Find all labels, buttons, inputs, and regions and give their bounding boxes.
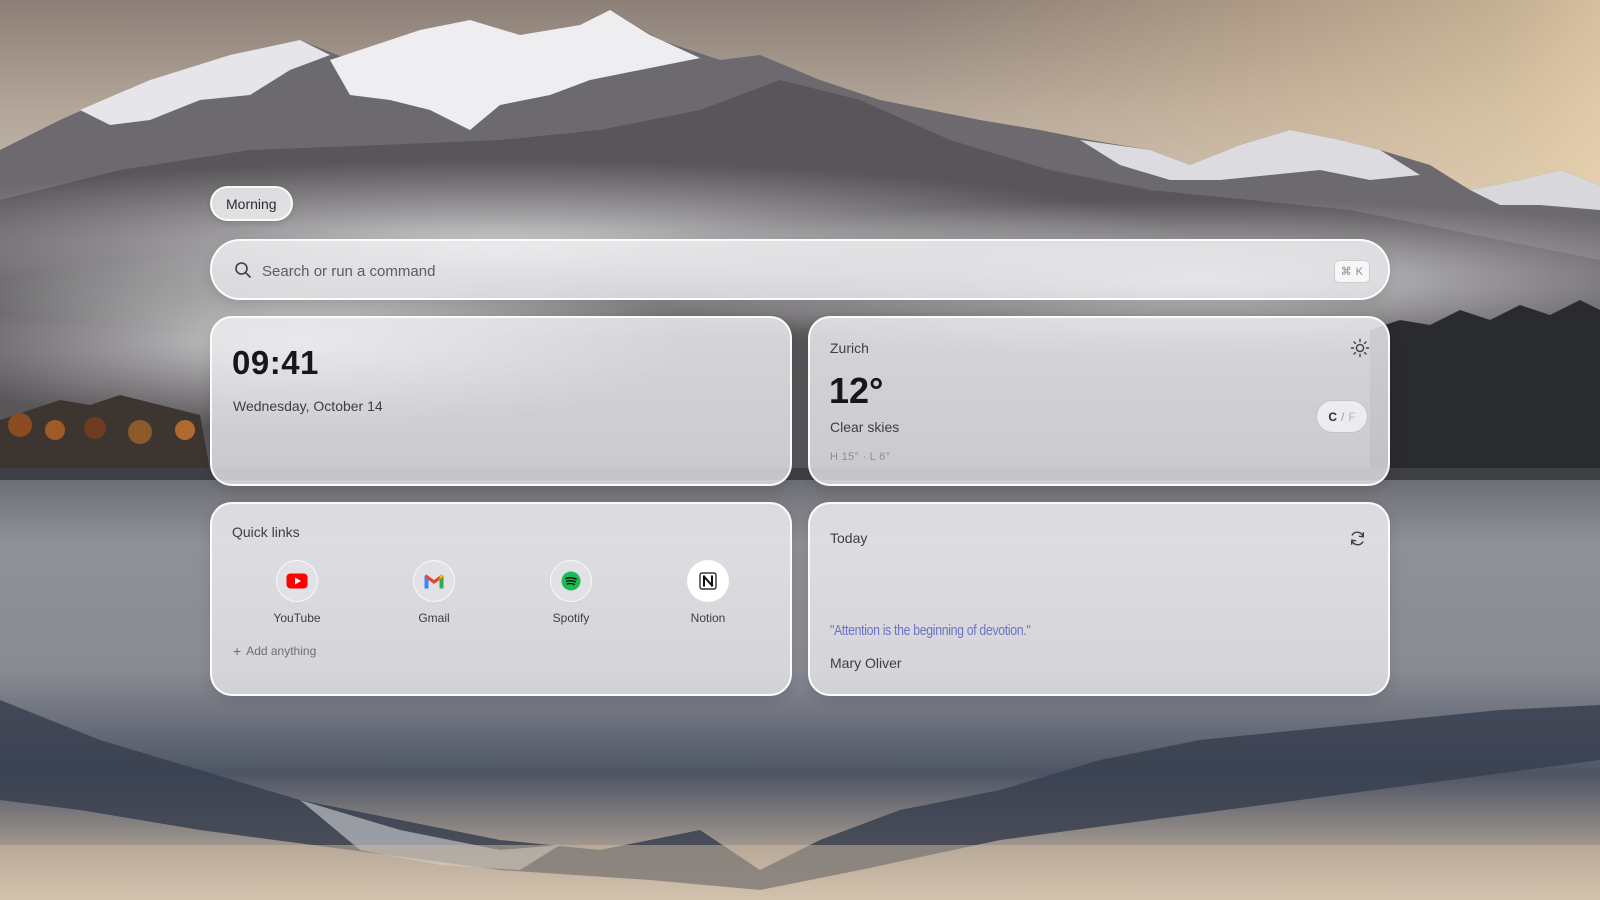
clock-time: 09:41	[232, 344, 319, 381]
unit-celsius[interactable]: C	[1328, 410, 1337, 424]
add-link-button[interactable]: + Add anything	[233, 644, 316, 658]
shortcut-key: K	[1355, 265, 1363, 278]
quick-link-notion[interactable]: Notion	[658, 560, 758, 630]
quick-link-label: Notion	[690, 611, 726, 625]
sun-icon[interactable]	[1350, 338, 1370, 358]
search-icon	[234, 261, 252, 279]
weather-card: Zurich 12° Clear skies H 15° · L 6° C / …	[808, 316, 1390, 486]
weather-city: Zurich	[830, 340, 869, 356]
plus-icon: +	[233, 643, 242, 659]
quick-link-label: Spotify	[552, 611, 590, 625]
quote-card-title: Today	[830, 530, 868, 546]
unit-fahrenheit[interactable]: F	[1348, 410, 1355, 424]
weather-high-low: H 15° · L 6°	[830, 451, 891, 463]
shortcut-hint: ⌘ K	[1333, 260, 1370, 283]
clock-date: Wednesday, October 14	[233, 398, 383, 414]
unit-separator: /	[1340, 409, 1345, 424]
unit-toggle[interactable]: C / F	[1316, 400, 1368, 433]
new-tab-dashboard: Morning ⌘ K 09:41 Wednesday, October 14 …	[0, 0, 1600, 900]
youtube-icon	[276, 560, 318, 602]
quote-text: "Attention is the beginning of devotion.…	[830, 622, 1031, 639]
search-input[interactable]	[260, 254, 1264, 288]
quick-link-label: YouTube	[273, 611, 321, 625]
quick-link-spotify[interactable]: Spotify	[521, 560, 621, 630]
greeting-pill[interactable]: Morning	[210, 186, 293, 221]
search-bar[interactable]: ⌘ K	[210, 239, 1390, 300]
refresh-icon[interactable]	[1349, 530, 1366, 547]
quote-author: Mary Oliver	[830, 655, 902, 671]
add-link-label: Add anything	[246, 644, 317, 658]
spotify-icon	[550, 560, 592, 602]
quick-links-title: Quick links	[232, 524, 300, 540]
notion-icon	[687, 560, 729, 602]
command-key-icon: ⌘	[1340, 266, 1352, 278]
quick-link-label: Gmail	[418, 611, 450, 625]
quick-link-gmail[interactable]: Gmail	[384, 560, 484, 630]
clock-card: 09:41 Wednesday, October 14	[210, 316, 792, 486]
weather-condition: Clear skies	[830, 419, 900, 435]
weather-temperature: 12°	[829, 370, 884, 411]
gmail-icon	[413, 560, 455, 602]
quote-card: Today "Attention is the beginning of dev…	[808, 502, 1390, 696]
quick-links-card: Quick links YouTube Gmail Spotify Notion…	[210, 502, 792, 696]
quick-link-youtube[interactable]: YouTube	[247, 560, 347, 630]
